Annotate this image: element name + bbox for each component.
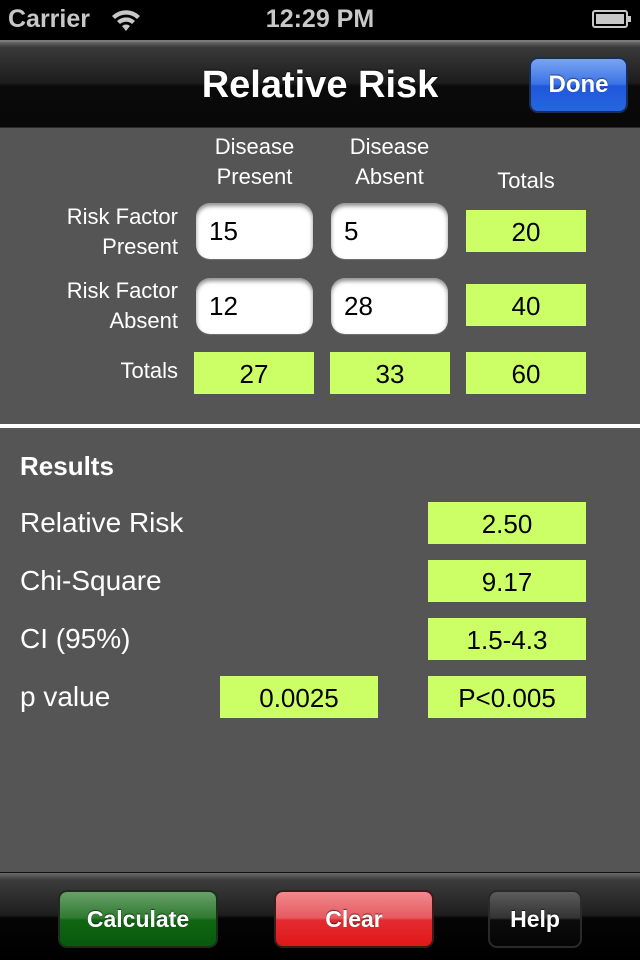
p-value-value: 0.0025 — [220, 676, 378, 718]
p-value-threshold: P<0.005 — [428, 676, 586, 718]
chi-square-label: Chi-Square — [20, 565, 162, 596]
input-risk-absent-disease-absent[interactable] — [331, 278, 448, 334]
done-button[interactable]: Done — [529, 57, 628, 113]
relative-risk-value: 2.50 — [428, 502, 586, 544]
header-disease-absent: Disease Absent — [331, 132, 448, 192]
row-label-risk-absent-line2: Absent — [109, 308, 179, 333]
help-button[interactable]: Help — [488, 890, 582, 948]
header-disease-absent-line1: Disease — [349, 134, 430, 159]
row-label-risk-present: Risk Factor Present — [20, 202, 178, 262]
input-risk-absent-disease-present[interactable] — [196, 278, 313, 334]
row-label-totals: Totals — [120, 358, 178, 383]
ci-label: CI (95%) — [20, 623, 131, 654]
row-label-risk-present-line2: Present — [102, 234, 178, 259]
relative-risk-label: Relative Risk — [20, 507, 184, 538]
status-bar: Carrier 12:29 PM — [0, 0, 640, 40]
results-heading: Results — [20, 451, 114, 481]
header-disease-present-line2: Present — [216, 164, 293, 189]
header-totals: Totals — [497, 168, 555, 193]
battery-icon — [592, 9, 632, 29]
clear-button[interactable]: Clear — [274, 890, 434, 948]
clock: 12:29 PM — [265, 5, 375, 33]
header-disease-present: Disease Present — [196, 132, 313, 192]
navigation-bar: Relative Risk Done — [0, 40, 640, 128]
p-value-label: p value — [20, 681, 111, 712]
header-disease-absent-line2: Absent — [355, 164, 424, 189]
bottom-toolbar: Calculate Clear Help — [0, 872, 640, 960]
row-label-risk-absent: Risk Factor Absent — [20, 276, 178, 336]
total-disease-absent: 33 — [330, 352, 450, 394]
chi-square-value: 9.17 — [428, 560, 586, 602]
grand-total: 60 — [466, 352, 586, 394]
calculate-button[interactable]: Calculate — [58, 890, 218, 948]
input-risk-present-disease-absent[interactable] — [331, 203, 448, 259]
row-label-risk-present-line1: Risk Factor — [66, 204, 178, 229]
total-risk-absent: 40 — [466, 284, 586, 326]
ci-value: 1.5-4.3 — [428, 618, 586, 660]
input-risk-present-disease-present[interactable] — [196, 203, 313, 259]
total-risk-present: 20 — [466, 210, 586, 252]
section-divider — [0, 424, 640, 428]
total-disease-present: 27 — [194, 352, 314, 394]
header-disease-present-line1: Disease — [214, 134, 295, 159]
row-label-risk-absent-line1: Risk Factor — [66, 278, 178, 303]
